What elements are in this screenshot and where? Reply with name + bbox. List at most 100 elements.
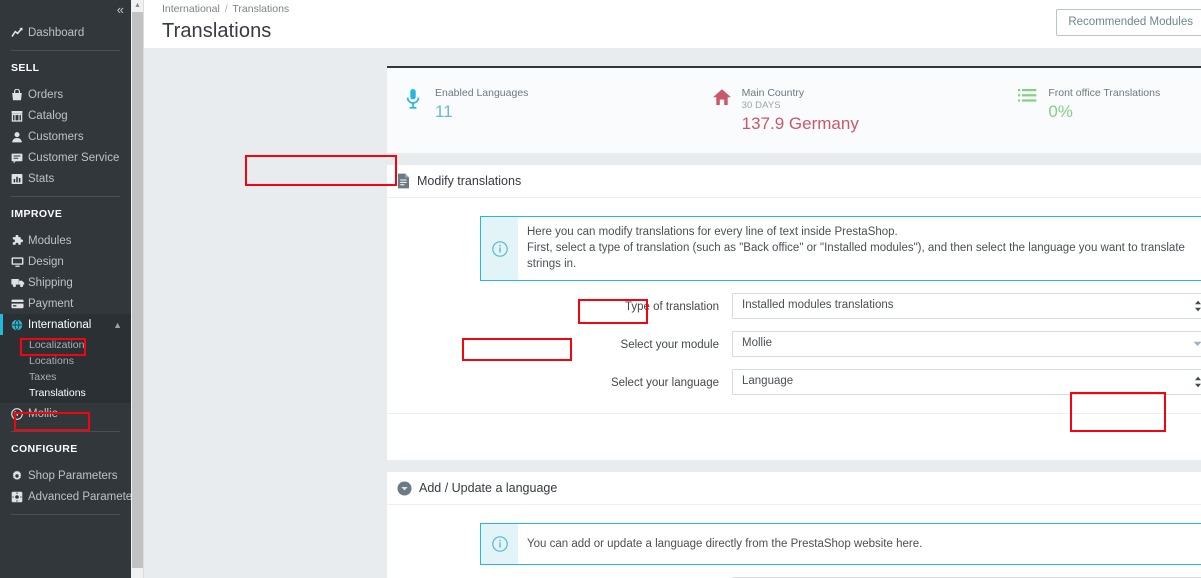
sidebar-item-mollie[interactable]: Mollie	[0, 403, 131, 424]
add-language-info-alert: You can add or update a language directl…	[480, 523, 1201, 565]
modify-translations-panel-header[interactable]: Modify translations	[387, 165, 1201, 198]
mollie-circle-icon	[11, 407, 28, 420]
sidebar-item-translations[interactable]: Translations	[0, 385, 131, 401]
sidebar-section-configure: CONFIGURE	[11, 443, 78, 455]
language-select[interactable]: Language	[732, 369, 1201, 395]
sidebar-item-orders[interactable]: Orders	[0, 84, 131, 105]
sidebar-item-design[interactable]: Design	[0, 251, 131, 272]
person-icon	[11, 131, 28, 143]
sidebar-item-label: Stats	[28, 172, 55, 185]
sidebar-item-label: Shop Parameters	[28, 469, 118, 482]
sidebar-item-label: Advanced Parameters	[28, 490, 131, 503]
chevron-down-icon	[1193, 338, 1201, 350]
sidebar-subitem-label: Translations	[29, 387, 86, 399]
sidebar-collapse-row: «	[0, 0, 131, 22]
panel-title: Modify translations	[417, 174, 522, 188]
sidebar-item-label: Catalog	[28, 109, 68, 122]
sidebar-item-label: Orders	[28, 88, 64, 101]
collapse-circle-icon[interactable]	[397, 481, 412, 496]
sidebar-item-localization[interactable]: Localization	[0, 337, 131, 353]
store-icon	[11, 110, 28, 122]
sidebar-item-label: Customer Service	[28, 151, 120, 164]
sidebar-item-label: Dashboard	[28, 26, 85, 39]
select-value: Language	[742, 375, 794, 387]
truck-icon	[11, 277, 28, 288]
sidebar-item-international[interactable]: International ▲	[0, 314, 131, 335]
monitor-icon	[11, 256, 28, 268]
sidebar-subitem-label: Localization	[29, 339, 85, 351]
kpi-label: Main Country	[741, 87, 805, 99]
kpi-value: 0%	[1048, 102, 1073, 121]
sidebar-divider	[11, 196, 120, 197]
page-header: International / Translations Translation…	[144, 0, 1201, 48]
document-icon	[397, 173, 410, 189]
modify-translations-panel: Modify translations Here you can modify …	[387, 165, 1201, 460]
sidebar-item-shop-parameters[interactable]: Shop Parameters	[0, 465, 131, 486]
sidebar-item-label: Shipping	[28, 276, 73, 289]
add-update-language-panel-header[interactable]: Add / Update a language	[387, 472, 1201, 505]
home-icon	[712, 87, 738, 153]
scrollbar-thumb[interactable]	[132, 12, 143, 568]
bar-chart-icon	[11, 173, 28, 185]
module-select[interactable]: Mollie	[732, 331, 1201, 357]
sidebar-item-customer-service[interactable]: Customer Service	[0, 147, 131, 168]
kpi-front-office-translations[interactable]: Front office Translations 0%	[1000, 68, 1201, 153]
modify-translations-panel-footer: Modify	[387, 413, 1201, 460]
breadcrumb-current: Translations	[232, 3, 290, 15]
sliders-icon	[11, 491, 28, 503]
sidebar-item-modules[interactable]: Modules	[0, 230, 131, 251]
sidebar-item-advanced-parameters[interactable]: Advanced Parameters	[0, 486, 131, 507]
chevron-double-left-icon[interactable]: «	[117, 2, 124, 17]
sidebar-item-dashboard[interactable]: Dashboard	[0, 22, 131, 43]
sidebar-item-stats[interactable]: Stats	[0, 168, 131, 189]
sidebar-section-improve: IMPROVE	[11, 208, 63, 220]
page-scrollbar[interactable]: ▲	[131, 0, 144, 578]
kpi-value: 137.9 Germany	[741, 114, 859, 133]
kpi-main-country[interactable]: Main Country 30 DAYS 137.9 Germany	[694, 68, 1001, 153]
page-title: Translations	[162, 20, 272, 42]
add-update-language-panel: Add / Update a language You can add or u…	[387, 472, 1201, 578]
kpi-label: Front office Translations	[1048, 87, 1161, 99]
select-updown-arrow-icon	[1194, 376, 1201, 388]
sidebar-item-taxes[interactable]: Taxes	[0, 369, 131, 385]
modify-info-alert: Here you can modify translations for eve…	[480, 216, 1201, 281]
prestashop-admin-window: « Dashboard SELL Orders Catalog Customer…	[0, 0, 1201, 578]
select-updown-arrow-icon	[1194, 300, 1201, 312]
kpi-enabled-languages[interactable]: Enabled Languages 11	[387, 68, 694, 153]
breadcrumb: International / Translations	[162, 2, 1201, 15]
sidebar-item-label: Modules	[28, 234, 72, 247]
sidebar-submenu-international: Localization Locations Taxes Translation…	[0, 335, 131, 403]
sidebar-divider	[11, 514, 120, 515]
sidebar-subitem-label: Taxes	[29, 371, 57, 383]
list-icon	[1018, 87, 1044, 153]
select-value: Mollie	[742, 337, 773, 349]
modify-translations-panel-body: Here you can modify translations for eve…	[387, 198, 1201, 460]
kpi-sublabel: 30 DAYS	[741, 100, 781, 111]
form-row-select-your-module: Select your module Mollie	[387, 331, 1201, 357]
sidebar-item-label: Mollie	[28, 407, 59, 420]
sidebar-subitem-label: Locations	[29, 355, 74, 367]
puzzle-piece-icon	[11, 234, 28, 247]
type-of-translation-select[interactable]: Installed modules translations	[732, 293, 1201, 319]
sidebar-item-label: Customers	[28, 130, 84, 143]
chevron-up-icon: ▲	[113, 319, 122, 330]
header-actions: Recommended Modules	[1056, 9, 1201, 36]
sidebar-item-customers[interactable]: Customers	[0, 126, 131, 147]
sidebar-item-shipping[interactable]: Shipping	[0, 272, 131, 293]
form-label: Select your language	[610, 377, 719, 389]
globe-icon	[11, 318, 28, 331]
sidebar-item-label: Payment	[28, 297, 74, 310]
sidebar-item-catalog[interactable]: Catalog	[0, 105, 131, 126]
credit-card-icon	[11, 299, 28, 309]
breadcrumb-parent[interactable]: International	[162, 3, 220, 15]
sidebar-item-locations[interactable]: Locations	[0, 353, 131, 369]
sidebar-item-label: Design	[28, 255, 64, 268]
main-sidebar: « Dashboard SELL Orders Catalog Customer…	[0, 0, 131, 578]
recommended-modules-button[interactable]: Recommended Modules	[1056, 9, 1201, 36]
kpi-row: Enabled Languages 11 Main Country 30 DAY…	[387, 66, 1201, 153]
panel-title: Add / Update a language	[419, 481, 558, 495]
scroll-up-arrow-icon[interactable]: ▲	[133, 1, 142, 10]
sidebar-divider	[11, 50, 120, 51]
sidebar-item-payment[interactable]: Payment	[0, 293, 131, 314]
main-content-area: International / Translations Translation…	[144, 0, 1201, 578]
